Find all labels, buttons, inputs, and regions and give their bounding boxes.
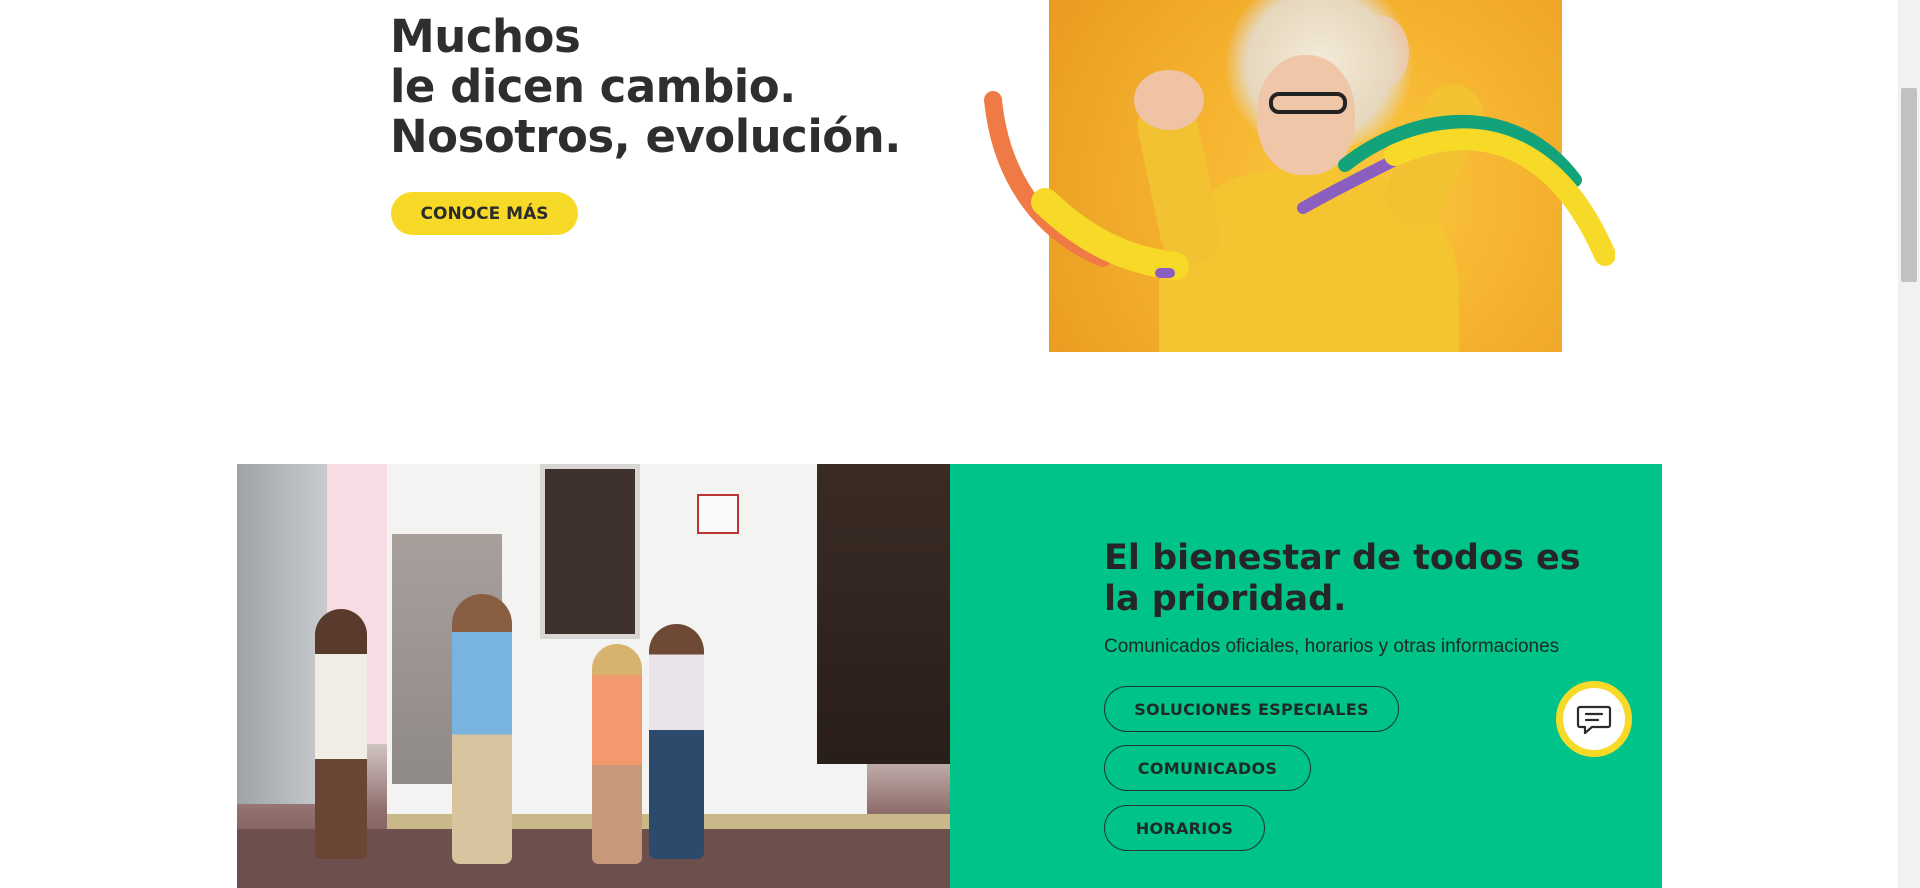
conoce-mas-button[interactable]: CONOCE MÁS <box>391 192 578 235</box>
chat-button[interactable] <box>1556 681 1632 757</box>
hero-title-line-3: Nosotros, evolución. <box>390 110 901 163</box>
comunicados-button[interactable]: COMUNICADOS <box>1104 745 1311 791</box>
hero-title: Muchos le dicen cambio. Nosotros, evoluc… <box>390 12 901 162</box>
street-people-image <box>237 464 950 888</box>
wellbeing-title: El bienestar de todos es la prioridad. <box>1104 538 1581 619</box>
horarios-button[interactable]: HORARIOS <box>1104 805 1265 851</box>
hero-image-woman-dancing <box>1049 0 1562 352</box>
wellbeing-panel: El bienestar de todos es la prioridad. C… <box>950 464 1662 888</box>
page-scrollbar-thumb[interactable] <box>1901 88 1917 282</box>
hero-title-line-1: Muchos <box>390 10 581 63</box>
hero-title-line-2: le dicen cambio. <box>390 60 796 113</box>
soluciones-especiales-button[interactable]: SOLUCIONES ESPECIALES <box>1104 686 1399 732</box>
wellbeing-subtitle: Comunicados oficiales, horarios y otras … <box>1104 636 1560 657</box>
chat-bubble-icon <box>1576 705 1612 735</box>
